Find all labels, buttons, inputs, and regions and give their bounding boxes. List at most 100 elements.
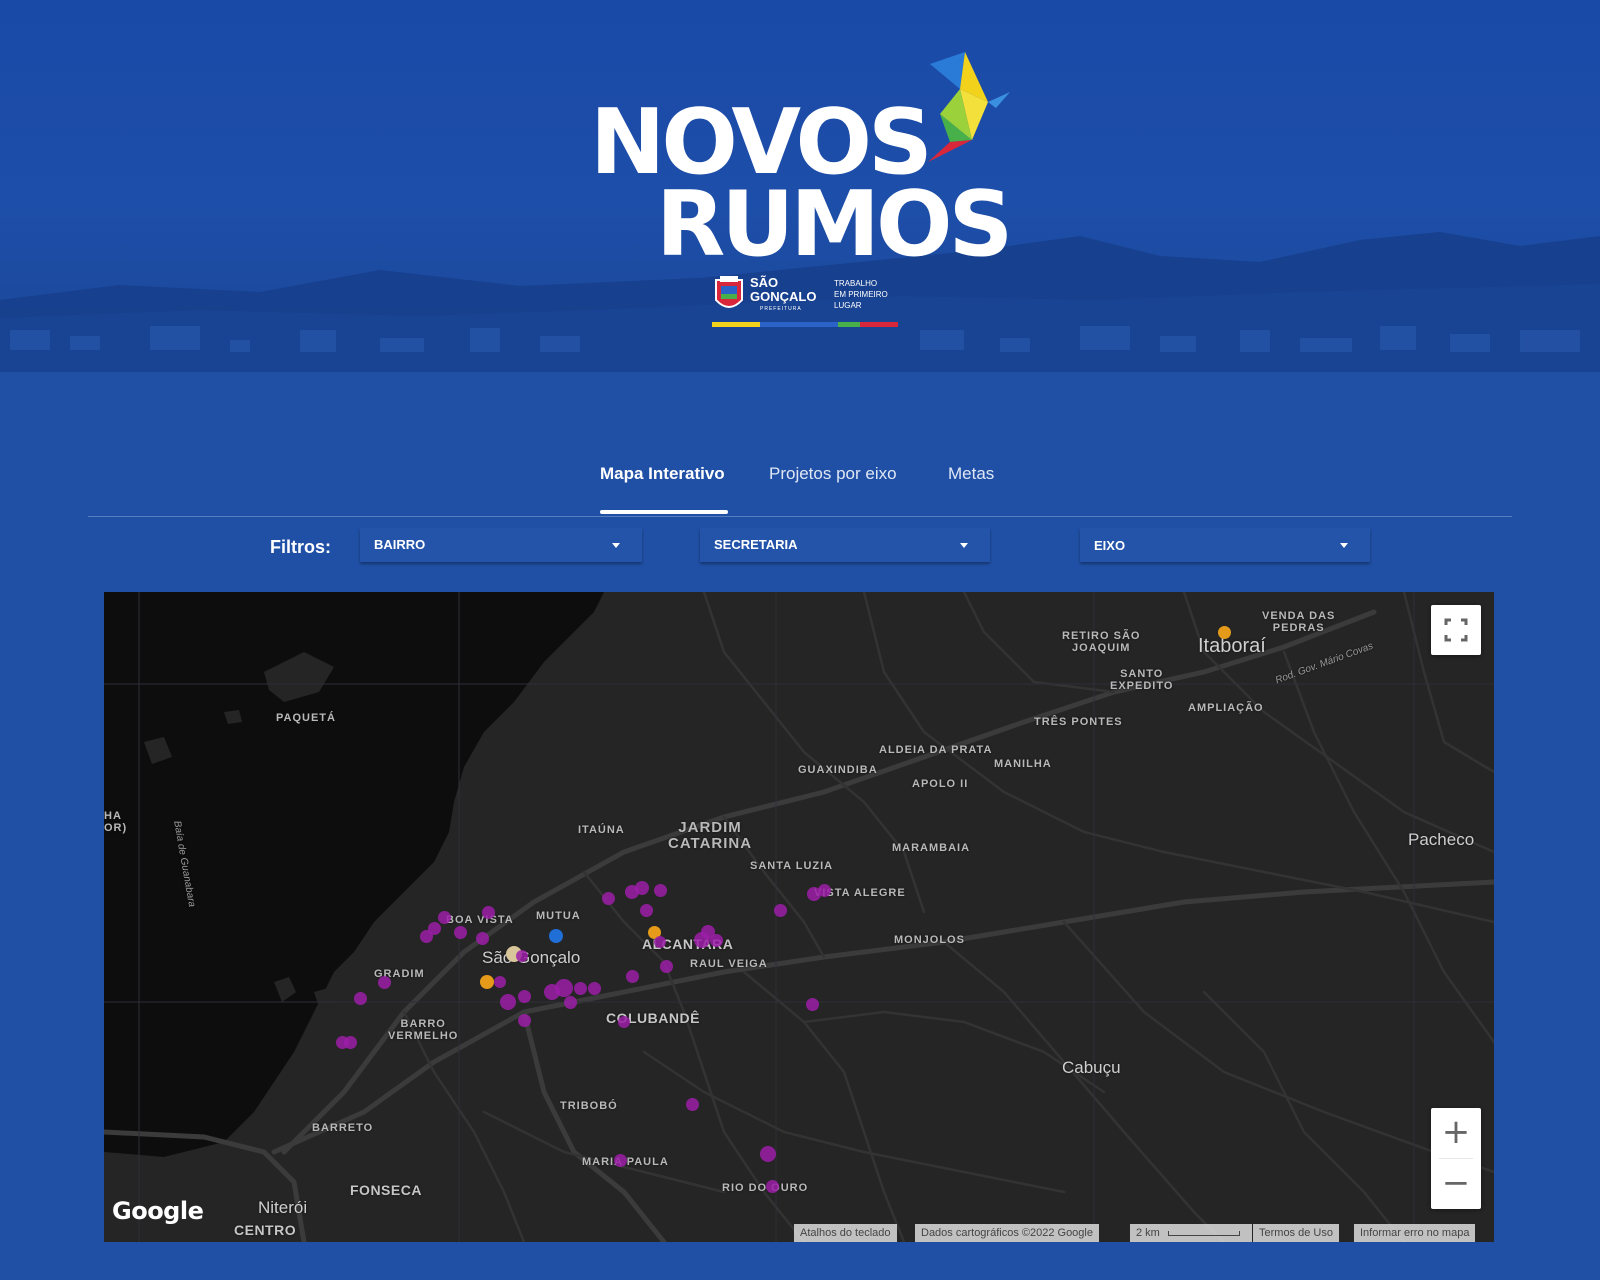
map-label-barro-vermelho: BARRO VERMELHO xyxy=(388,1018,459,1042)
tab-projetos-por-eixo[interactable]: Projetos por eixo xyxy=(769,464,897,484)
project-marker[interactable] xyxy=(760,1146,776,1162)
map-label-mutua: MUTUA xyxy=(536,910,581,922)
project-marker-orange[interactable] xyxy=(480,975,494,989)
project-marker[interactable] xyxy=(494,976,506,988)
map-label-venda-das-pedras: VENDA DAS PEDRAS xyxy=(1262,610,1336,634)
project-marker-blue[interactable] xyxy=(549,929,563,943)
map-label-itaborai: Itaboraí xyxy=(1198,635,1266,657)
map-label-fonseca: FONSECA xyxy=(350,1182,422,1198)
project-marker[interactable] xyxy=(517,989,531,1003)
project-marker[interactable] xyxy=(613,1153,627,1167)
scale-bar xyxy=(1168,1231,1240,1236)
project-marker[interactable] xyxy=(601,891,615,905)
project-marker[interactable] xyxy=(817,883,831,897)
zoom-control: + − xyxy=(1431,1108,1481,1209)
hero-banner: NOVOS RUMOS SÃO GONÇALO PREFEITURA TRABA… xyxy=(0,0,1600,372)
project-marker[interactable] xyxy=(481,905,495,919)
chevron-down-icon xyxy=(612,543,620,548)
project-marker[interactable] xyxy=(453,925,467,939)
project-marker[interactable] xyxy=(419,929,433,943)
stripe-red xyxy=(860,322,898,327)
zoom-out-button[interactable]: − xyxy=(1431,1159,1481,1209)
bairro-select[interactable]: BAIRRO xyxy=(360,528,642,562)
project-marker[interactable] xyxy=(437,910,451,924)
map-label-retiro-sao-joaquim: RETIRO SÃO JOAQUIM xyxy=(1062,630,1141,654)
tab-divider xyxy=(88,516,1512,517)
active-tab-indicator xyxy=(600,510,728,514)
map-label-boa-vista: BOA VISTA xyxy=(446,914,514,926)
zoom-in-button[interactable]: + xyxy=(1431,1108,1481,1158)
map-label-ampliacao: AMPLIAÇÃO xyxy=(1188,702,1264,714)
scale-label: 2 km xyxy=(1136,1227,1160,1239)
terms-of-use-link[interactable]: Termos de Uso xyxy=(1253,1224,1339,1242)
map-data-attribution: Dados cartográficos ©2022 Google xyxy=(915,1224,1099,1242)
map-label-sao-goncalo: São Gonçalo xyxy=(482,948,581,967)
project-marker[interactable] xyxy=(516,950,528,962)
map-label-ha-or: HA OR) xyxy=(104,810,128,834)
map-label-rio-do-ouro: RIO DO OURO xyxy=(722,1182,809,1194)
map-label-apolo-ii: APOLO II xyxy=(912,778,969,790)
project-marker[interactable] xyxy=(805,997,819,1011)
map-label-guaxindiba: GUAXINDIBA xyxy=(798,764,878,776)
map-label-santa-luzia: SANTA LUZIA xyxy=(750,860,834,872)
project-marker[interactable] xyxy=(765,1179,779,1193)
project-marker[interactable] xyxy=(500,994,516,1010)
chevron-down-icon xyxy=(1340,543,1348,548)
project-marker[interactable] xyxy=(625,969,639,983)
stripe-yellow xyxy=(712,322,760,327)
project-marker[interactable] xyxy=(343,1035,357,1049)
logo-word-rumos: RUMOS xyxy=(656,172,1013,277)
secretaria-select[interactable]: SECRETARIA xyxy=(700,528,990,562)
tab-bar: Mapa Interativo Projetos por eixo Metas xyxy=(0,452,1600,517)
project-marker[interactable] xyxy=(353,991,367,1005)
map-label-manilha: MANILHA xyxy=(994,758,1052,770)
eixo-select-value: EIXO xyxy=(1094,538,1126,553)
gov-tagline: TRABALHO EM PRIMEIRO LUGAR xyxy=(834,279,888,310)
map-label-tribobo: TRIBOBÓ xyxy=(560,1100,618,1112)
project-marker-orange[interactable] xyxy=(1217,625,1231,639)
map-label-monjolos: MONJOLOS xyxy=(894,934,965,946)
report-map-error-link[interactable]: Informar erro no mapa xyxy=(1354,1224,1476,1242)
tab-metas[interactable]: Metas xyxy=(948,464,994,484)
project-marker[interactable] xyxy=(773,903,787,917)
project-marker[interactable] xyxy=(377,975,391,989)
project-marker[interactable] xyxy=(639,903,653,917)
origami-bird-icon xyxy=(928,52,1010,162)
project-marker[interactable] xyxy=(653,883,667,897)
project-marker[interactable] xyxy=(635,881,649,895)
map-label-raul-veiga: RAUL VEIGA xyxy=(690,958,768,970)
map-label-niteroi: Niterói xyxy=(258,1198,308,1217)
project-marker[interactable] xyxy=(685,1097,699,1111)
project-marker[interactable] xyxy=(555,979,573,997)
tab-mapa-interativo[interactable]: Mapa Interativo xyxy=(600,464,725,484)
interactive-map[interactable]: PAQUETÁ Baía de Guanabara HA OR) RETIRO … xyxy=(104,592,1494,1242)
project-marker[interactable] xyxy=(475,931,489,945)
project-marker[interactable] xyxy=(587,981,601,995)
map-label-paqueta: PAQUETÁ xyxy=(276,712,336,724)
project-marker[interactable] xyxy=(517,1013,531,1027)
project-marker[interactable] xyxy=(654,936,666,948)
project-marker[interactable] xyxy=(618,1016,630,1028)
scale-indicator[interactable]: 2 km xyxy=(1130,1224,1252,1242)
gov-sub: PREFEITURA xyxy=(760,306,802,312)
eixo-select[interactable]: EIXO xyxy=(1080,528,1370,562)
fullscreen-icon xyxy=(1444,618,1468,642)
map-label-tres-pontes: TRÊS PONTES xyxy=(1034,716,1123,728)
google-logo[interactable]: Google xyxy=(112,1197,204,1225)
project-marker[interactable] xyxy=(709,933,723,947)
map-label-marambaia: MARAMBAIA xyxy=(892,842,971,854)
keyboard-shortcuts-link[interactable]: Atalhos do teclado xyxy=(794,1224,897,1242)
novos-rumos-logo: NOVOS RUMOS SÃO GONÇALO PREFEITURA TRABA… xyxy=(590,40,1020,340)
project-marker[interactable] xyxy=(563,995,577,1009)
fullscreen-button[interactable] xyxy=(1431,605,1481,655)
map-label-aldeia-da-prata: ALDEIA DA PRATA xyxy=(879,744,993,756)
map-label-jardim-catarina: JARDIM CATARINA xyxy=(668,819,753,852)
map-label-pacheco: Pacheco xyxy=(1408,830,1475,849)
gov-name: SÃO GONÇALO xyxy=(750,275,817,304)
stripe-blue xyxy=(760,322,838,327)
stripe-green xyxy=(838,322,860,327)
project-marker[interactable] xyxy=(573,981,587,995)
map-label-cabucu: Cabuçu xyxy=(1062,1058,1121,1077)
map-label-barreto: BARRETO xyxy=(312,1122,374,1134)
project-marker[interactable] xyxy=(659,959,673,973)
